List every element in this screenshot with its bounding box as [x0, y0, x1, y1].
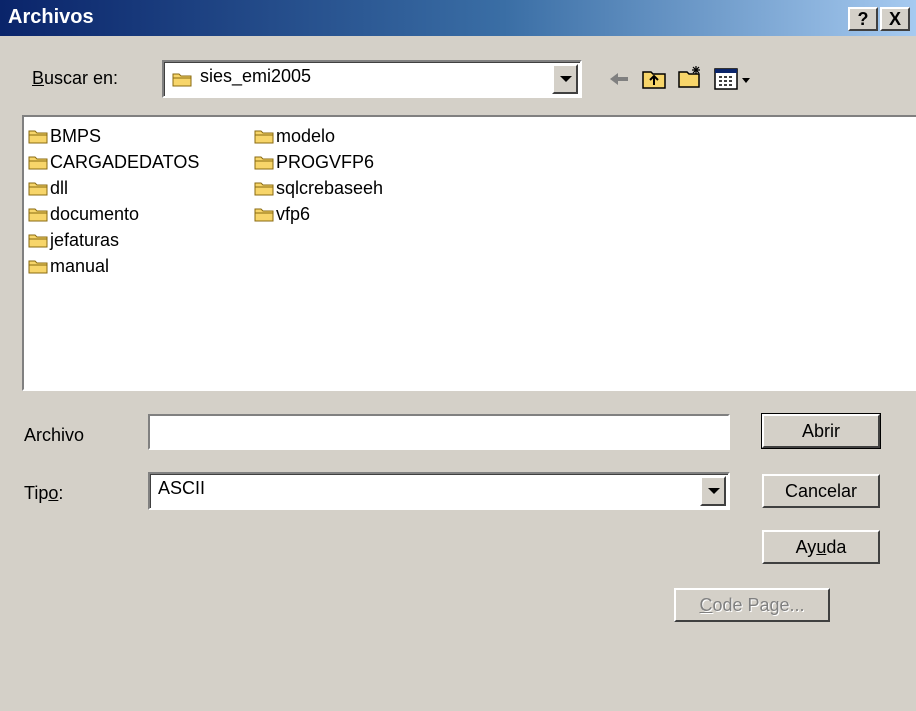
folder-name: dll [50, 177, 69, 198]
folder-icon [254, 182, 274, 196]
file-name-input[interactable] [148, 414, 730, 450]
help-button[interactable]: Ayuda [762, 530, 880, 564]
view-menu-icon[interactable] [712, 66, 756, 92]
folder-name: BMPS [50, 125, 102, 146]
window-title: Archivos [8, 6, 94, 28]
folder-list-item[interactable]: dll [28, 175, 199, 201]
folder-list-item[interactable]: vfp6 [254, 201, 383, 227]
file-type-combo[interactable]: ASCII [148, 472, 730, 510]
folder-list-item[interactable]: sqlcrebaseeh [254, 175, 383, 201]
look-in-label: Buscar en: [32, 68, 119, 88]
look-in-dropdown-button[interactable] [552, 64, 578, 94]
file-list-column-1: BMPS CARGADEDATOS dll documento jefaturas man… [28, 123, 199, 279]
cancel-button[interactable]: Cancelar [762, 474, 880, 508]
up-folder-icon[interactable] [640, 66, 668, 92]
folder-name: PROGVFP6 [276, 151, 375, 172]
folder-icon [28, 260, 48, 274]
folder-icon [254, 130, 274, 144]
new-folder-icon[interactable] [676, 64, 704, 90]
folder-icon [28, 208, 48, 222]
folder-name: vfp6 [276, 203, 311, 224]
folder-list-item[interactable]: jefaturas [28, 227, 199, 253]
file-name-label: Archivo [24, 425, 85, 445]
folder-name: documento [50, 203, 140, 224]
file-list[interactable]: BMPS CARGADEDATOS dll documento jefaturas man… [22, 115, 916, 391]
file-type-value: ASCII [158, 478, 206, 498]
folder-name: manual [50, 255, 110, 276]
file-type-label: Tipo: [24, 483, 64, 503]
folder-name: modelo [276, 125, 336, 146]
look-in-value: sies_emi2005 [200, 66, 312, 86]
folder-name: CARGADEDATOS [50, 151, 200, 172]
close-title-button[interactable]: X [880, 7, 910, 31]
folder-list-item[interactable]: CARGADEDATOS [28, 149, 199, 175]
look-in-combo[interactable]: sies_emi2005 [162, 60, 582, 98]
help-title-button[interactable]: ? [848, 7, 878, 31]
title-bar[interactable]: Archivos ? X [0, 0, 916, 36]
folder-list-item[interactable]: documento [28, 201, 199, 227]
folder-icon [172, 73, 192, 87]
folder-list-item[interactable]: BMPS [28, 123, 199, 149]
open-button[interactable]: Abrir [761, 413, 881, 449]
folder-icon [28, 234, 48, 248]
folder-icon [28, 182, 48, 196]
folder-list-item[interactable]: manual [28, 253, 199, 279]
code-page-button[interactable]: Code Page... [674, 588, 830, 622]
folder-icon [28, 156, 48, 170]
file-list-column-2: modelo PROGVFP6 sqlcrebaseeh vfp6 [254, 123, 383, 227]
folder-icon [28, 130, 48, 144]
folder-name: sqlcrebaseeh [276, 177, 384, 198]
back-arrow-icon[interactable] [606, 66, 634, 92]
file-type-dropdown-button[interactable] [700, 476, 726, 506]
folder-icon [254, 156, 274, 170]
folder-icon [254, 208, 274, 222]
folder-name: jefaturas [50, 229, 120, 250]
folder-list-item[interactable]: modelo [254, 123, 383, 149]
folder-list-item[interactable]: PROGVFP6 [254, 149, 383, 175]
